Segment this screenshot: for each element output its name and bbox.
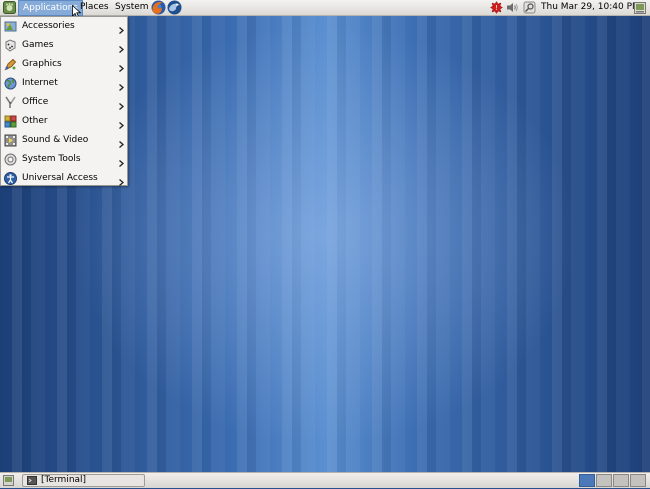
top-panel: Applications Places System ! Thu Mar 29,… — [0, 0, 650, 16]
firefox-icon[interactable] — [151, 0, 166, 15]
menu-item-office[interactable]: Office — [1, 93, 127, 112]
menu-item-label: Office — [22, 97, 49, 107]
workspace-2[interactable] — [596, 474, 612, 487]
workspace-switcher[interactable] — [579, 474, 647, 487]
places-menu[interactable]: Places — [80, 0, 109, 15]
gnome-foot-icon[interactable] — [3, 1, 16, 14]
terminal-icon — [27, 476, 37, 485]
workspace-4[interactable] — [630, 474, 646, 487]
chevron-right-icon — [119, 137, 124, 148]
clock[interactable]: Thu Mar 29, 10:40 PM — [541, 0, 640, 15]
menu-item-label: System Tools — [22, 154, 81, 164]
show-desktop-icon[interactable] — [3, 475, 14, 486]
universal-access-icon — [4, 172, 17, 185]
update-alert-icon[interactable]: ! — [490, 1, 503, 14]
workspace-3[interactable] — [613, 474, 629, 487]
menu-item-label: Accessories — [22, 21, 75, 31]
menu-item-label: Universal Access — [22, 173, 98, 183]
show-desktop-icon[interactable] — [634, 2, 646, 14]
menu-item-universal-access[interactable]: Universal Access — [1, 169, 127, 188]
system-menu[interactable]: System — [115, 0, 149, 15]
internet-icon — [4, 77, 17, 90]
thunderbird-icon[interactable] — [167, 0, 182, 15]
menu-item-games[interactable]: Games — [1, 36, 127, 55]
network-icon[interactable] — [523, 1, 536, 14]
taskbar-button-terminal[interactable]: [Terminal] — [22, 474, 145, 487]
games-icon — [4, 39, 17, 52]
chevron-right-icon — [119, 99, 124, 110]
chevron-right-icon — [119, 118, 124, 129]
chevron-right-icon — [119, 80, 124, 91]
graphics-icon — [4, 58, 17, 71]
sound-video-icon — [4, 134, 17, 147]
other-icon — [4, 115, 17, 128]
menu-item-label: Games — [22, 40, 54, 50]
taskbar-label: [Terminal] — [41, 475, 87, 485]
workspace-1[interactable] — [579, 474, 595, 487]
office-icon — [4, 96, 17, 109]
menu-item-internet[interactable]: Internet — [1, 74, 127, 93]
menu-item-accessories[interactable]: Accessories — [1, 17, 127, 36]
menu-item-label: Graphics — [22, 59, 62, 69]
menu-item-label: Internet — [22, 78, 58, 88]
volume-icon[interactable] — [506, 1, 519, 14]
bottom-panel: [Terminal] — [0, 472, 650, 488]
menu-item-sound-video[interactable]: Sound & Video — [1, 131, 127, 150]
chevron-right-icon — [119, 42, 124, 53]
chevron-right-icon — [119, 61, 124, 72]
svg-text:!: ! — [495, 4, 498, 12]
menu-item-label: Sound & Video — [22, 135, 89, 145]
menu-item-label: Other — [22, 116, 48, 126]
applications-dropdown-menu: Accessories Games Graphics Internet Offi… — [0, 16, 128, 186]
chevron-right-icon — [119, 23, 124, 34]
menu-item-other[interactable]: Other — [1, 112, 127, 131]
chevron-right-icon — [119, 175, 124, 186]
chevron-right-icon — [119, 156, 124, 167]
menu-item-system-tools[interactable]: System Tools — [1, 150, 127, 169]
system-tools-icon — [4, 153, 17, 166]
menu-item-graphics[interactable]: Graphics — [1, 55, 127, 74]
accessories-icon — [4, 20, 17, 33]
